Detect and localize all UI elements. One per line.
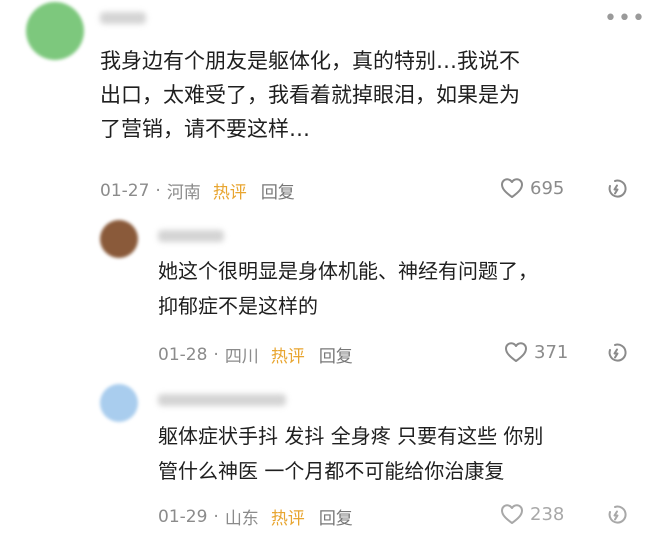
- username-blurred[interactable]: [158, 394, 286, 406]
- comment-line: 出口，太难受了，我看着就掉眼泪，如果是为: [100, 83, 520, 107]
- reply-meta: 01-29 · 山东 热评 回复: [158, 504, 353, 530]
- comment-meta: 01-27 · 河南 热评 回复: [100, 178, 295, 204]
- heart-icon: [505, 342, 527, 362]
- like-count: 695: [530, 177, 565, 199]
- avatar[interactable]: [26, 2, 84, 60]
- reply-line: 管什么神医 一个月都不可能给你治康复: [158, 459, 505, 483]
- reply-button[interactable]: 回复: [319, 342, 353, 367]
- share-icon[interactable]: [604, 503, 628, 527]
- reply-location: 四川: [224, 347, 259, 367]
- reply-meta: 01-28 · 四川 热评 回复: [158, 342, 353, 368]
- comment-line: 了营销，请不要这样…: [100, 117, 310, 141]
- more-dots-icon[interactable]: •••: [604, 6, 646, 31]
- avatar[interactable]: [100, 220, 138, 258]
- separator: ·: [213, 506, 219, 527]
- like-button[interactable]: 371: [504, 341, 568, 363]
- reply-date: 01-29: [158, 506, 208, 527]
- hot-comment-badge: 热评: [270, 509, 305, 529]
- reply-location: 山东: [224, 509, 259, 529]
- comment-text: 我身边有个朋友是躯体化，真的特别…我说不 出口，太难受了，我看着就掉眼泪，如果是…: [100, 44, 640, 146]
- hot-comment-badge: 热评: [212, 183, 247, 203]
- like-count: 238: [530, 503, 565, 525]
- comment-location: 河南: [166, 183, 201, 203]
- comment-line: 我身边有个朋友是躯体化，真的特别…我说不: [100, 49, 520, 73]
- share-icon[interactable]: [604, 341, 628, 365]
- separator: ·: [213, 344, 219, 365]
- reply-date: 01-28: [158, 344, 208, 365]
- username-blurred[interactable]: [158, 230, 224, 242]
- share-icon[interactable]: [604, 177, 628, 201]
- reply-line: 她这个很明显是身体机能、神经有问题了，: [158, 259, 538, 283]
- reply-line: 抑郁症不是这样的: [158, 294, 318, 318]
- reply-text: 她这个很明显是身体机能、神经有问题了， 抑郁症不是这样的: [158, 254, 638, 324]
- avatar[interactable]: [100, 384, 138, 422]
- like-count: 371: [534, 341, 569, 363]
- reply-line: 躯体症状手抖 发抖 全身疼 只要有这些 你别: [158, 424, 544, 448]
- reply-text: 躯体症状手抖 发抖 全身疼 只要有这些 你别 管什么神医 一个月都不可能给你治康…: [158, 419, 638, 489]
- like-button[interactable]: 695: [500, 177, 564, 199]
- heart-icon: [501, 504, 523, 524]
- separator: ·: [155, 180, 161, 201]
- comment-date: 01-27: [100, 180, 150, 201]
- like-button[interactable]: 238: [500, 503, 564, 525]
- username-blurred[interactable]: [100, 12, 146, 24]
- heart-icon: [501, 178, 523, 198]
- hot-comment-badge: 热评: [270, 347, 305, 367]
- reply-button[interactable]: 回复: [261, 178, 295, 203]
- reply-button[interactable]: 回复: [319, 504, 353, 529]
